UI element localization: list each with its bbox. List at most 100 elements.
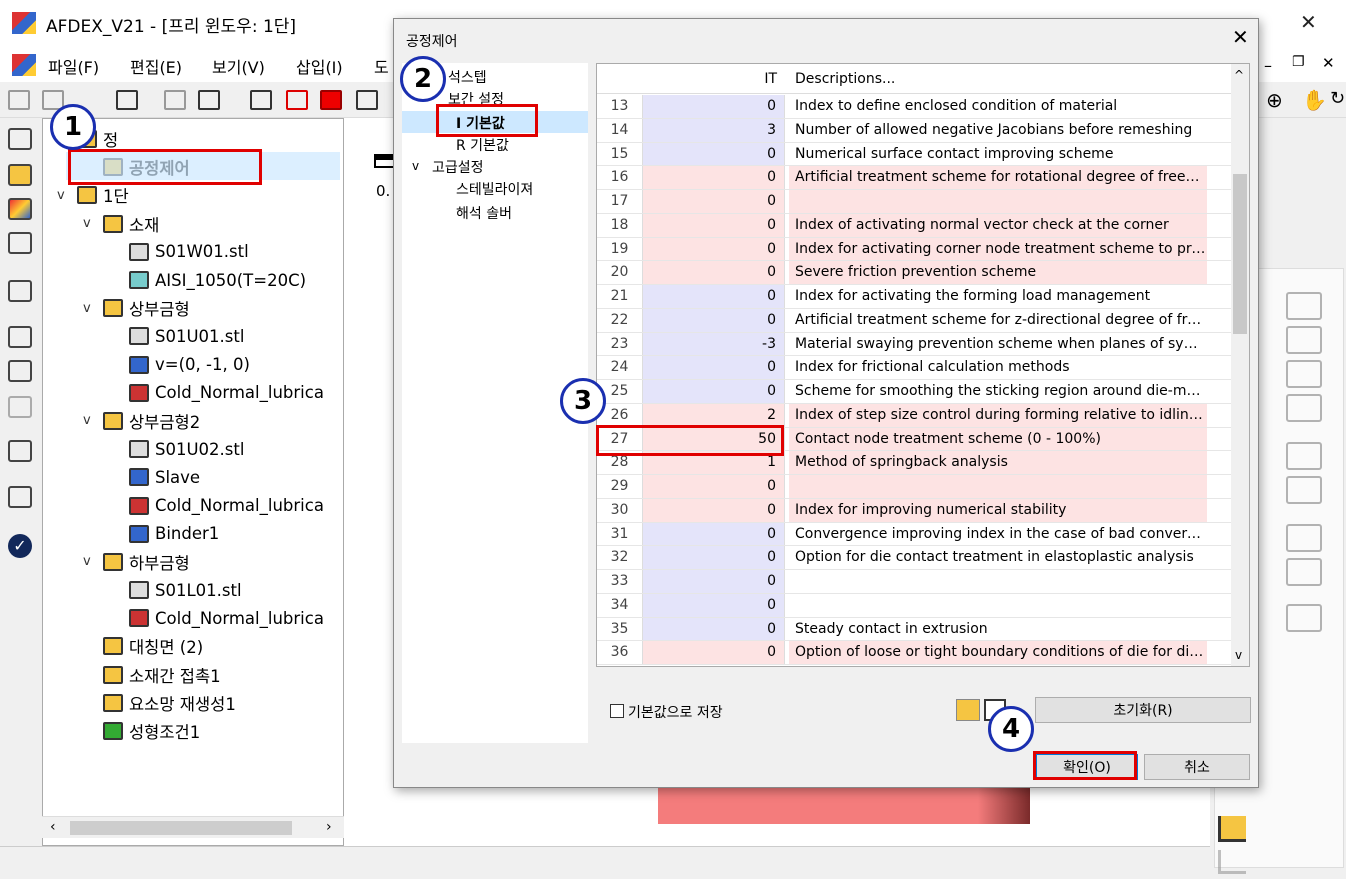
- row-it-value[interactable]: 0: [643, 617, 785, 641]
- row-it-value[interactable]: 2: [643, 403, 785, 427]
- tree-node[interactable]: S01L01.stl: [47, 576, 341, 604]
- check-icon[interactable]: ✓: [8, 534, 32, 558]
- row-it-value[interactable]: 0: [643, 308, 785, 332]
- row-it-value[interactable]: 0: [643, 95, 785, 118]
- expand-chevron-icon[interactable]: v: [83, 301, 97, 316]
- grid-row[interactable]: 20 0 Severe friction prevention scheme: [597, 261, 1231, 286]
- row-it-value[interactable]: 0: [643, 190, 785, 213]
- tree-node[interactable]: 대칭면 (2): [47, 632, 341, 660]
- expand-chevron-icon[interactable]: v: [83, 216, 97, 231]
- close-window-button[interactable]: ✕: [1300, 10, 1317, 34]
- grid-row[interactable]: 18 0 Index of activating normal vector che…: [597, 213, 1231, 238]
- symmetry-plane-icon[interactable]: [1218, 816, 1246, 842]
- nav-time-step[interactable]: 석스텝: [448, 67, 487, 87]
- row-it-value[interactable]: -3: [643, 332, 785, 356]
- grid-row[interactable]: 23 -3 Material swaying prevention scheme w…: [597, 332, 1231, 357]
- new-file-icon[interactable]: [8, 90, 30, 110]
- tree-node[interactable]: v 상부금형2: [47, 407, 341, 435]
- grid-row[interactable]: 36 0 Option of loose or tight boundary con…: [597, 641, 1231, 665]
- symmetry-plane-gray-icon[interactable]: [1218, 850, 1246, 874]
- row-it-value[interactable]: 0: [643, 498, 785, 522]
- rotate-icon[interactable]: ↻: [1330, 88, 1345, 109]
- pin-icon[interactable]: [1286, 394, 1322, 422]
- hierarchy-icon[interactable]: [8, 360, 32, 382]
- tree-node[interactable]: Cold_Normal_lubrica: [47, 379, 341, 407]
- menu-view[interactable]: 보기(V): [212, 54, 265, 78]
- hatch-icon[interactable]: [1286, 604, 1322, 632]
- grid-row[interactable]: 35 0 Steady contact in extrusion: [597, 617, 1231, 642]
- expand-chevron-icon[interactable]: v: [83, 554, 97, 569]
- row-it-value[interactable]: 0: [643, 522, 785, 546]
- pan-hand-icon[interactable]: ✋: [1302, 88, 1327, 112]
- tree-node[interactable]: Cold_Normal_lubrica: [47, 604, 341, 632]
- nav-r-default[interactable]: R 기본값: [456, 135, 509, 155]
- wireframe-cube-icon[interactable]: [250, 90, 272, 110]
- row-it-value[interactable]: 0: [643, 142, 785, 166]
- grid-row[interactable]: 31 0 Convergence improving index in the ca…: [597, 522, 1231, 547]
- grid-vertical-scrollbar[interactable]: ^ v: [1231, 64, 1249, 666]
- grid-row[interactable]: 19 0 Index for activating corner node trea…: [597, 237, 1231, 262]
- save-default-checkbox[interactable]: [610, 704, 624, 718]
- grid-row[interactable]: 14 3 Number of allowed negative Jacobians …: [597, 118, 1231, 143]
- color-map-icon[interactable]: [8, 198, 32, 220]
- scroll-left-icon[interactable]: ‹: [50, 819, 56, 835]
- grid-row[interactable]: 13 0 Index to define enclosed condition of…: [597, 95, 1231, 119]
- menu-file[interactable]: 파일(F): [48, 54, 99, 78]
- tree-view-icon[interactable]: [8, 128, 32, 150]
- zoom-icon[interactable]: ⊕: [1266, 88, 1283, 112]
- tree-node[interactable]: v 하부금형: [47, 548, 341, 576]
- outline-cube-icon[interactable]: [356, 90, 378, 110]
- measure-icon[interactable]: [1286, 442, 1322, 470]
- tree-node[interactable]: S01U01.stl: [47, 322, 341, 350]
- monitor-icon[interactable]: [8, 232, 32, 254]
- probe-icon[interactable]: [8, 486, 32, 508]
- expand-chevron-icon[interactable]: v: [57, 188, 71, 203]
- row-it-value[interactable]: 0: [643, 475, 785, 498]
- tree-node[interactable]: v=(0, -1, 0): [47, 351, 341, 379]
- grid-row[interactable]: 34 0: [597, 593, 1231, 618]
- box-icon[interactable]: [8, 396, 32, 418]
- import-icon[interactable]: [164, 90, 186, 110]
- row-it-value[interactable]: 0: [643, 380, 785, 403]
- grid-scroll-thumb[interactable]: [1233, 174, 1247, 334]
- row-it-value[interactable]: 0: [643, 213, 785, 237]
- nav-solver[interactable]: 해석 솔버: [456, 203, 512, 223]
- tree-node[interactable]: Slave: [47, 463, 341, 491]
- mdi-close-icon[interactable]: ✕: [1322, 54, 1335, 72]
- layer-icon[interactable]: [1286, 524, 1322, 552]
- grid-row[interactable]: 15 0 Numerical surface contact improving s…: [597, 142, 1231, 167]
- grid-row[interactable]: 24 0 Index for frictional calculation meth…: [597, 356, 1231, 381]
- pen-tool-icon[interactable]: [1286, 360, 1322, 388]
- row-it-value[interactable]: 0: [643, 237, 785, 261]
- tree-node[interactable]: AISI_1050(T=20C): [47, 266, 341, 294]
- material-icon[interactable]: [8, 164, 32, 186]
- die-set-icon[interactable]: [1286, 292, 1322, 320]
- export-icon[interactable]: [198, 90, 220, 110]
- shape-icon[interactable]: [1286, 558, 1322, 586]
- grid-row[interactable]: 17 0: [597, 190, 1231, 214]
- row-it-value[interactable]: 0: [643, 570, 785, 593]
- tree-node[interactable]: S01W01.stl: [47, 238, 341, 266]
- grid-row[interactable]: 25 0 Scheme for smoothing the sticking reg…: [597, 380, 1231, 404]
- row-it-value[interactable]: 0: [643, 593, 785, 617]
- row-it-value[interactable]: 0: [643, 356, 785, 380]
- row-it-value[interactable]: 0: [643, 546, 785, 570]
- cancel-button[interactable]: 취소: [1144, 754, 1250, 780]
- tree-node[interactable]: Cold_Normal_lubrica: [47, 491, 341, 519]
- menu-insert[interactable]: 삽입(I): [296, 54, 343, 78]
- display-icon[interactable]: [8, 280, 32, 302]
- mdi-minimize-icon[interactable]: –: [1264, 56, 1272, 75]
- row-it-value[interactable]: 0: [643, 261, 785, 285]
- tree-node[interactable]: v 소재: [47, 210, 341, 238]
- grid-row[interactable]: 33 0: [597, 570, 1231, 594]
- dialog-close-icon[interactable]: ✕: [1232, 25, 1249, 49]
- grid-row[interactable]: 22 0 Artificial treatment scheme for z-dir…: [597, 308, 1231, 333]
- tree-node[interactable]: v 1단: [47, 181, 341, 209]
- tree-node[interactable]: v 상부금형: [47, 294, 341, 322]
- row-it-value[interactable]: 3: [643, 118, 785, 142]
- nav-expand-icon[interactable]: v: [412, 159, 419, 173]
- open-folder-icon[interactable]: [956, 699, 980, 721]
- tree-horizontal-scrollbar[interactable]: ‹ ›: [42, 816, 344, 838]
- tree-node[interactable]: 소재간 접촉1: [47, 661, 341, 689]
- grid-row[interactable]: 29 0: [597, 475, 1231, 499]
